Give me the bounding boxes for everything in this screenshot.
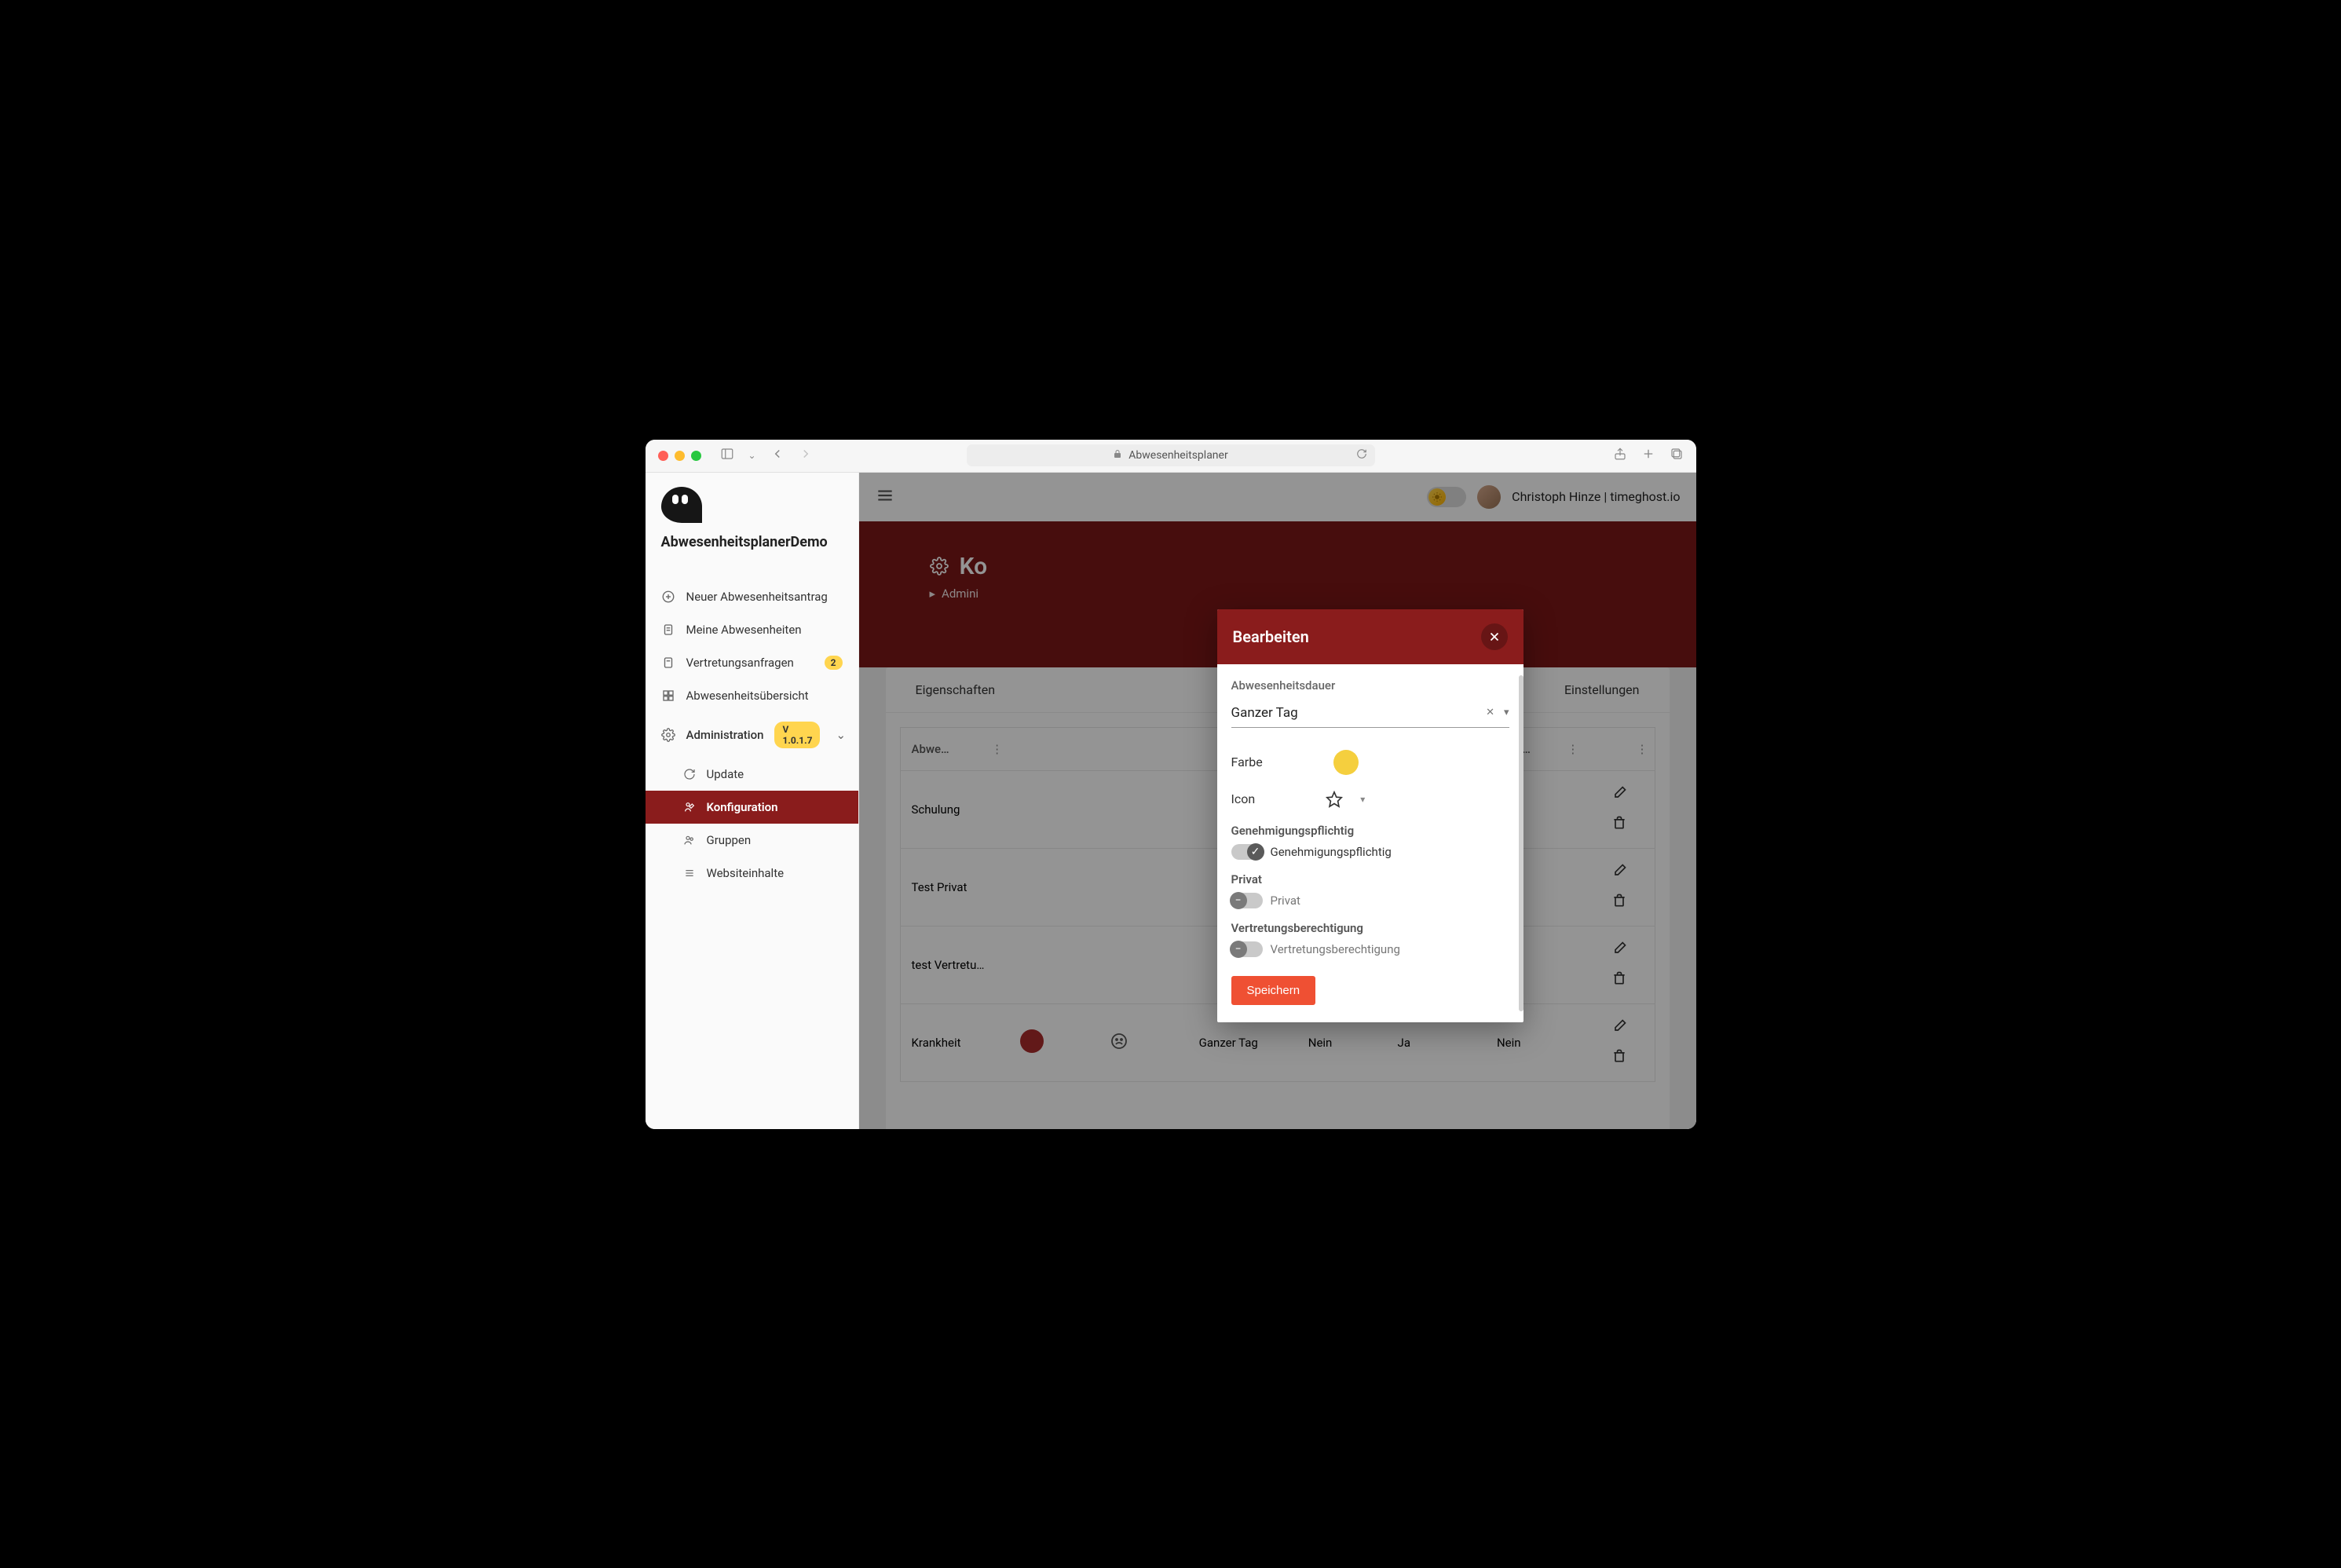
duration-value: Ganzer Tag [1231, 705, 1298, 721]
sidebar-item-overview[interactable]: Abwesenheitsübersicht [646, 679, 858, 712]
dropdown-icon[interactable]: ▾ [1504, 707, 1509, 718]
sidebar-item-site-contents[interactable]: Websiteinhalte [646, 857, 858, 890]
sidebar-item-label: Administration [686, 728, 764, 742]
window-zoom-icon[interactable] [691, 451, 701, 461]
icon-label: Icon [1231, 791, 1256, 806]
sidebar: AbwesenheitsplanerDemo Neuer Abwesenheit… [646, 473, 859, 1129]
chevron-down-icon[interactable]: ⌄ [748, 450, 756, 461]
window-minimize-icon[interactable] [675, 451, 685, 461]
sidebar-item-my-absences[interactable]: Meine Abwesenheiten [646, 613, 858, 646]
sidebar-item-update[interactable]: Update [646, 758, 858, 791]
dropdown-icon: ▾ [1360, 794, 1365, 805]
browser-titlebar: ⌄ Abwesenheitsplaner [646, 440, 1696, 473]
app-name: AbwesenheitsplanerDemo [661, 534, 843, 550]
privat-toggle-label: Privat [1271, 894, 1300, 908]
minus-icon: − [1235, 944, 1241, 955]
sidebar-item-configuration[interactable]: Konfiguration [646, 791, 858, 824]
duration-label: Abwesenheitsdauer [1231, 678, 1509, 693]
sidebar-item-label: Update [707, 767, 744, 781]
sidebar-item-label: Vertretungsanfragen [686, 656, 794, 670]
minus-icon: − [1235, 895, 1241, 906]
sidebar-item-label: Gruppen [707, 833, 752, 847]
approve-toggle[interactable]: ✓ [1231, 844, 1263, 860]
check-icon: ✓ [1251, 846, 1260, 857]
scrollbar[interactable] [1519, 675, 1523, 1011]
sidebar-item-administration[interactable]: Administration V 1.0.1.7 ⌄ [646, 712, 858, 758]
save-button[interactable]: Speichern [1231, 976, 1316, 1005]
badge-count: 2 [825, 656, 843, 670]
privat-toggle[interactable]: − [1231, 893, 1263, 908]
app-logo-icon [661, 487, 702, 523]
chevron-down-icon: ⌄ [836, 728, 846, 742]
lock-icon [1113, 449, 1122, 462]
sidebar-item-new-request[interactable]: Neuer Abwesenheitsantrag [646, 580, 858, 613]
star-icon [1326, 791, 1343, 808]
approve-section-label: Genehmigungspflichtig [1231, 824, 1509, 838]
sidebar-toggle-icon[interactable] [720, 447, 734, 464]
color-swatch[interactable] [1333, 750, 1359, 775]
close-button[interactable] [1481, 623, 1508, 650]
icon-select[interactable]: ▾ [1326, 791, 1365, 808]
back-icon[interactable] [770, 447, 785, 464]
url-bar[interactable]: Abwesenheitsplaner [967, 444, 1375, 466]
new-tab-icon[interactable] [1641, 447, 1655, 464]
vertr-toggle-label: Vertretungsberechtigung [1271, 942, 1400, 956]
sidebar-item-label: Neuer Abwesenheitsantrag [686, 590, 828, 604]
sidebar-item-substitution-requests[interactable]: Vertretungsanfragen 2 [646, 646, 858, 679]
version-badge: V 1.0.1.7 [774, 722, 820, 748]
vertr-section-label: Vertretungsberechtigung [1231, 921, 1509, 935]
sidebar-item-label: Meine Abwesenheiten [686, 623, 802, 637]
approve-toggle-label: Genehmigungspflichtig [1271, 845, 1392, 859]
dialog-title: Bearbeiten [1233, 627, 1309, 646]
clear-icon[interactable]: ✕ [1486, 707, 1494, 718]
sidebar-item-label: Konfiguration [707, 800, 778, 814]
color-label: Farbe [1231, 755, 1263, 769]
page-title: Abwesenheitsplaner [1128, 449, 1227, 462]
sidebar-item-label: Websiteinhalte [707, 866, 785, 880]
sidebar-item-label: Abwesenheitsübersicht [686, 689, 809, 703]
sidebar-item-groups[interactable]: Gruppen [646, 824, 858, 857]
forward-icon[interactable] [799, 447, 813, 464]
tabs-overview-icon[interactable] [1670, 447, 1684, 464]
edit-dialog: Bearbeiten Abwesenheitsdauer Ganzer Tag … [1217, 609, 1523, 1022]
vertr-toggle[interactable]: − [1231, 941, 1263, 957]
reload-icon[interactable] [1356, 448, 1367, 462]
privat-section-label: Privat [1231, 872, 1509, 886]
duration-select[interactable]: Ganzer Tag ✕ ▾ [1231, 700, 1509, 728]
share-icon[interactable] [1613, 447, 1627, 464]
window-close-icon[interactable] [658, 451, 668, 461]
